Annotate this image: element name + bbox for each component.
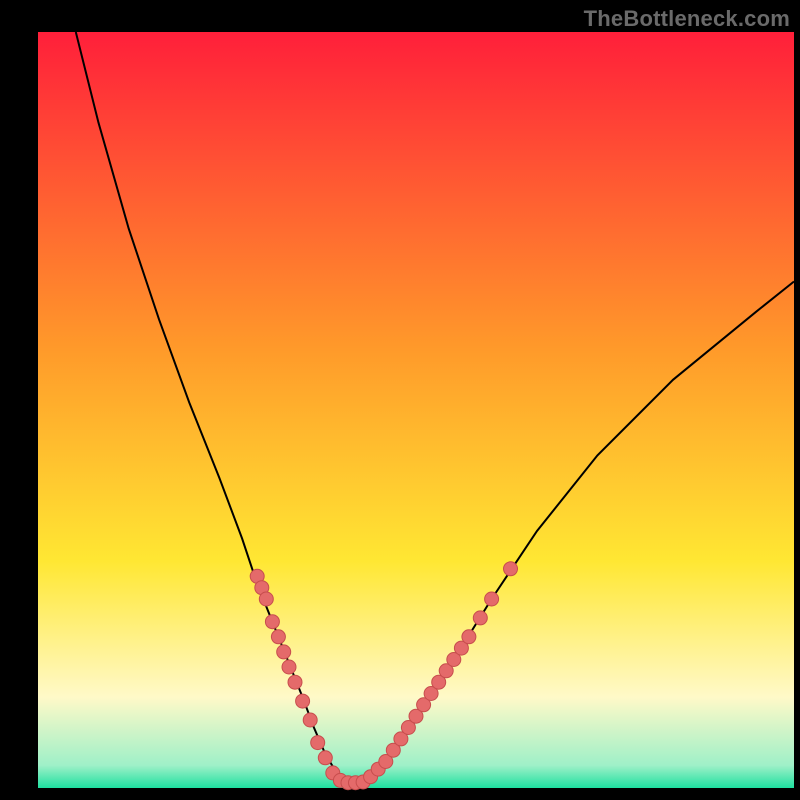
data-dot [473, 611, 487, 625]
data-dot [485, 592, 499, 606]
data-dot [303, 713, 317, 727]
data-dot [462, 630, 476, 644]
data-dot [265, 615, 279, 629]
data-dot [311, 736, 325, 750]
data-dot [504, 562, 518, 576]
plot-background [38, 32, 794, 788]
chart-frame: TheBottleneck.com [0, 0, 800, 800]
data-dot [271, 630, 285, 644]
data-dot [318, 751, 332, 765]
data-dot [259, 592, 273, 606]
watermark-text: TheBottleneck.com [584, 6, 790, 32]
data-dot [288, 675, 302, 689]
bottleneck-chart [0, 0, 800, 800]
data-dot [282, 660, 296, 674]
data-dot [277, 645, 291, 659]
data-dot [296, 694, 310, 708]
